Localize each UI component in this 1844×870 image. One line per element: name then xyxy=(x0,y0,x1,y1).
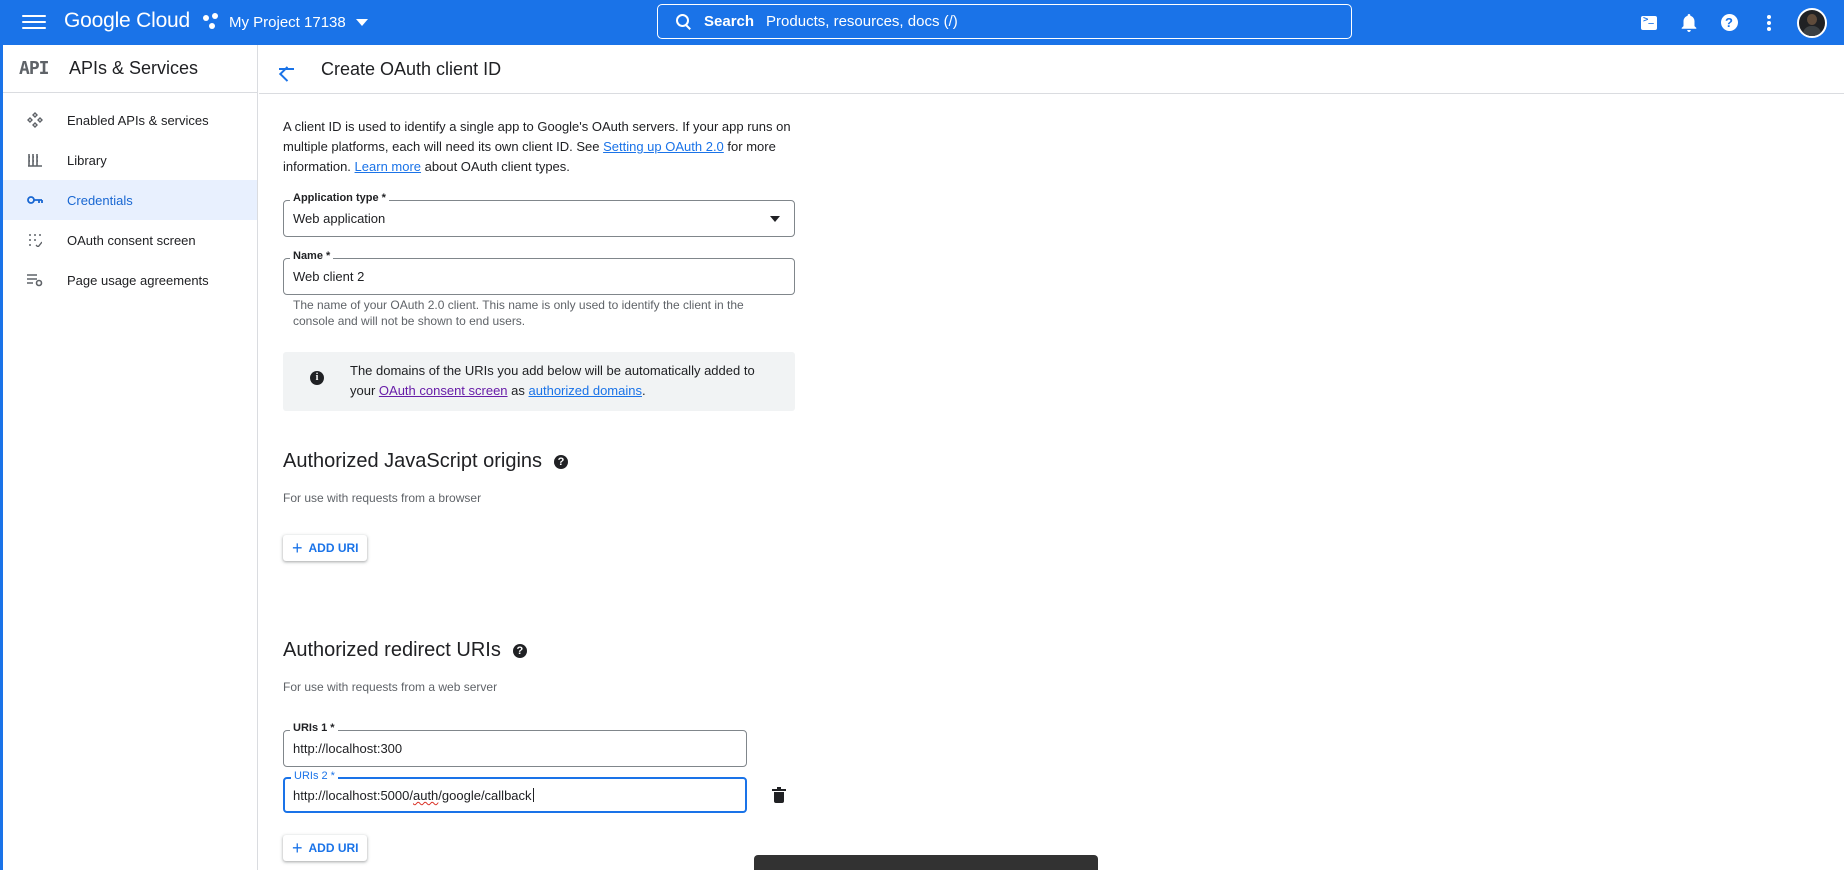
js-origins-subtitle: For use with requests from a browser xyxy=(283,491,482,505)
sidebar-item-label: Credentials xyxy=(67,192,133,208)
sidebar-item-page-usage[interactable]: Page usage agreements xyxy=(3,260,257,300)
add-redirect-uri-button[interactable]: + ADD URI xyxy=(283,835,367,861)
avatar[interactable] xyxy=(1797,7,1827,38)
more-vert-icon xyxy=(1767,14,1771,31)
redirect-uri-2-label: URIs 2 * xyxy=(291,770,338,782)
help-icon: ? xyxy=(1720,14,1738,31)
sidebar-item-label: OAuth consent screen xyxy=(67,232,196,248)
search-input[interactable]: Search Products, resources, docs (/) xyxy=(657,4,1352,39)
google-cloud-logo[interactable]: Google Cloud xyxy=(64,9,190,33)
sidebar-title: APIs & Services xyxy=(69,58,199,78)
domains-info-note: i The domains of the URIs you add below … xyxy=(283,352,795,411)
help-circle-icon[interactable]: ? xyxy=(512,643,527,658)
sidebar-item-library[interactable]: Library xyxy=(3,140,257,180)
project-picker[interactable]: My Project 17138 xyxy=(203,10,368,34)
search-placeholder: Products, resources, docs (/) xyxy=(766,13,958,30)
learn-more-link[interactable]: Learn more xyxy=(355,159,421,174)
sidebar-item-label: Library xyxy=(67,152,107,168)
plus-icon: + xyxy=(292,838,303,858)
search-label: Search xyxy=(704,13,755,30)
chevron-down-icon xyxy=(355,18,368,26)
help-circle-icon[interactable]: ? xyxy=(554,454,569,469)
page-title: Create OAuth client ID xyxy=(321,58,502,79)
search-icon xyxy=(676,13,692,30)
info-icon: i xyxy=(310,371,324,385)
setting-up-oauth-link[interactable]: Setting up OAuth 2.0 xyxy=(603,139,724,154)
sidebar-header: API APIs & Services xyxy=(3,45,257,93)
note-text: The domains of the URIs you add below wi… xyxy=(350,363,755,398)
delete-icon[interactable] xyxy=(772,787,786,803)
plus-icon: + xyxy=(292,538,303,558)
menu-icon[interactable] xyxy=(22,12,46,32)
enabled-apis-icon xyxy=(27,112,43,128)
oauth-consent-screen-link[interactable]: OAuth consent screen xyxy=(379,383,508,398)
redirect-uris-subtitle: For use with requests from a web server xyxy=(283,680,498,694)
name-helper-text: The name of your OAuth 2.0 client. This … xyxy=(293,298,744,328)
application-type-select[interactable]: Application type * Web application xyxy=(283,192,795,237)
sidebar: API APIs & Services Enabled APIs & servi… xyxy=(3,45,258,870)
sidebar-item-enabled-apis[interactable]: Enabled APIs & services xyxy=(3,100,257,140)
dropdown-arrow-icon xyxy=(770,216,780,222)
more-options-button[interactable] xyxy=(1749,3,1789,43)
api-logo-icon: API xyxy=(19,58,50,79)
name-field[interactable]: Name * Web client 2 xyxy=(283,250,795,295)
redirect-uri-2-field[interactable]: URIs 2 * http://localhost:5000/auth/goog… xyxy=(283,770,747,813)
name-label: Name * xyxy=(290,250,334,262)
redirect-uri-1-label: URIs 1 * xyxy=(290,722,338,734)
js-origins-title: Authorized JavaScript origins ? xyxy=(283,450,569,473)
snackbar xyxy=(754,855,1098,870)
redirect-uri-1-value: http://localhost:300 xyxy=(293,741,403,756)
library-icon xyxy=(27,152,43,168)
cloud-shell-button[interactable] xyxy=(1629,3,1669,43)
sidebar-item-label: Enabled APIs & services xyxy=(67,112,209,128)
redirect-uri-1-field[interactable]: URIs 1 * http://localhost:300 xyxy=(283,722,747,767)
add-js-origin-button[interactable]: + ADD URI xyxy=(283,535,367,561)
back-arrow-icon[interactable] xyxy=(275,57,299,81)
redirect-uris-title: Authorized redirect URIs ? xyxy=(283,639,527,662)
oauth-client-form: A client ID is used to identify a single… xyxy=(283,117,795,861)
notifications-button[interactable] xyxy=(1669,3,1709,43)
application-type-label: Application type * xyxy=(290,192,389,204)
sidebar-item-credentials[interactable]: Credentials xyxy=(3,180,257,220)
project-icon xyxy=(203,13,221,31)
project-name: My Project 17138 xyxy=(229,13,346,31)
consent-screen-icon xyxy=(27,232,43,248)
page-header: Create OAuth client ID xyxy=(259,45,1844,94)
agreements-icon xyxy=(27,272,43,288)
top-app-bar: Google Cloud My Project 17138 Search Pro… xyxy=(0,0,1844,45)
application-type-value: Web application xyxy=(293,211,386,226)
key-icon xyxy=(27,192,43,208)
sidebar-item-oauth-consent[interactable]: OAuth consent screen xyxy=(3,220,257,260)
sidebar-item-label: Page usage agreements xyxy=(67,272,209,288)
name-value: Web client 2 xyxy=(293,269,365,284)
redirect-uri-2-value: http://localhost:5000/auth/google/callba… xyxy=(293,788,534,803)
authorized-domains-link[interactable]: authorized domains xyxy=(529,383,642,398)
intro-text: A client ID is used to identify a single… xyxy=(283,119,791,174)
bell-icon xyxy=(1681,13,1697,32)
terminal-icon xyxy=(1641,15,1657,30)
help-button[interactable]: ? xyxy=(1709,3,1749,43)
